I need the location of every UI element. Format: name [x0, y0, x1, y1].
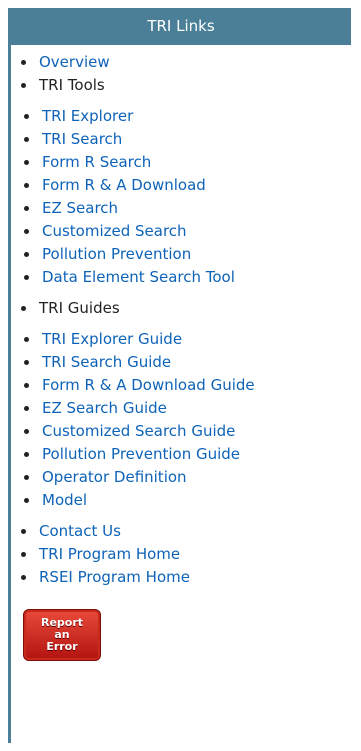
link-tri-explorer[interactable]: TRI Explorer: [42, 107, 133, 125]
panel-header: TRI Links: [11, 8, 351, 45]
link-ez-search-guide[interactable]: EZ Search Guide: [42, 399, 167, 417]
list-item: Pollution Prevention Guide: [24, 443, 351, 466]
list-item: Form R & A Download Guide: [24, 374, 351, 397]
link-ez-search[interactable]: EZ Search: [42, 199, 118, 217]
list-item: TRI Explorer: [24, 105, 351, 128]
tri-links-panel: TRI Links Overview TRI Tools TRI Explore…: [8, 8, 351, 743]
link-form-r-a-download-guide[interactable]: Form R & A Download Guide: [42, 376, 255, 394]
link-customized-search-guide[interactable]: Customized Search Guide: [42, 422, 235, 440]
list-item: Contact Us: [11, 520, 351, 543]
list-item: Data Element Search Tool: [24, 266, 351, 289]
link-rsei-program-home[interactable]: RSEI Program Home: [39, 568, 190, 586]
list-item: Form R Search: [24, 151, 351, 174]
list-item: TRI Guides TRI Explorer Guide TRI Search…: [11, 297, 351, 520]
link-data-element-search-tool[interactable]: Data Element Search Tool: [42, 268, 235, 286]
list-item: Overview: [11, 51, 351, 74]
list-item: Customized Search: [24, 220, 351, 243]
link-customized-search[interactable]: Customized Search: [42, 222, 187, 240]
link-tri-explorer-guide[interactable]: TRI Explorer Guide: [42, 330, 182, 348]
link-model[interactable]: Model: [42, 491, 87, 509]
list-item: Model: [24, 489, 351, 512]
list-item: TRI Search: [24, 128, 351, 151]
report-button-wrap: Report an Error: [11, 589, 351, 661]
list-item: Form R & A Download: [24, 174, 351, 197]
link-tri-search-guide[interactable]: TRI Search Guide: [42, 353, 171, 371]
report-error-button[interactable]: Report an Error: [23, 609, 101, 661]
list-item: Pollution Prevention: [24, 243, 351, 266]
list-item: TRI Program Home: [11, 543, 351, 566]
link-contact-us[interactable]: Contact Us: [39, 522, 121, 540]
tri-guides-label: TRI Guides: [39, 299, 120, 317]
list-item: TRI Explorer Guide: [24, 328, 351, 351]
link-form-r-search[interactable]: Form R Search: [42, 153, 151, 171]
tri-tools-list: TRI Explorer TRI Search Form R Search Fo…: [24, 97, 351, 297]
list-item: Operator Definition: [24, 466, 351, 489]
links-list: Overview TRI Tools TRI Explorer TRI Sear…: [11, 45, 351, 589]
link-overview[interactable]: Overview: [39, 53, 110, 71]
link-operator-definition[interactable]: Operator Definition: [42, 468, 187, 486]
link-form-r-a-download[interactable]: Form R & A Download: [42, 176, 206, 194]
tri-tools-label: TRI Tools: [39, 76, 105, 94]
list-item: TRI Search Guide: [24, 351, 351, 374]
list-item: RSEI Program Home: [11, 566, 351, 589]
link-pollution-prevention-guide[interactable]: Pollution Prevention Guide: [42, 445, 240, 463]
tri-guides-list: TRI Explorer Guide TRI Search Guide Form…: [24, 320, 351, 520]
list-item: TRI Tools TRI Explorer TRI Search Form R…: [11, 74, 351, 297]
list-item: EZ Search: [24, 197, 351, 220]
list-item: Customized Search Guide: [24, 420, 351, 443]
link-pollution-prevention[interactable]: Pollution Prevention: [42, 245, 191, 263]
report-button-line3: Error: [46, 640, 78, 653]
link-tri-program-home[interactable]: TRI Program Home: [39, 545, 180, 563]
list-item: EZ Search Guide: [24, 397, 351, 420]
link-tri-search[interactable]: TRI Search: [42, 130, 122, 148]
